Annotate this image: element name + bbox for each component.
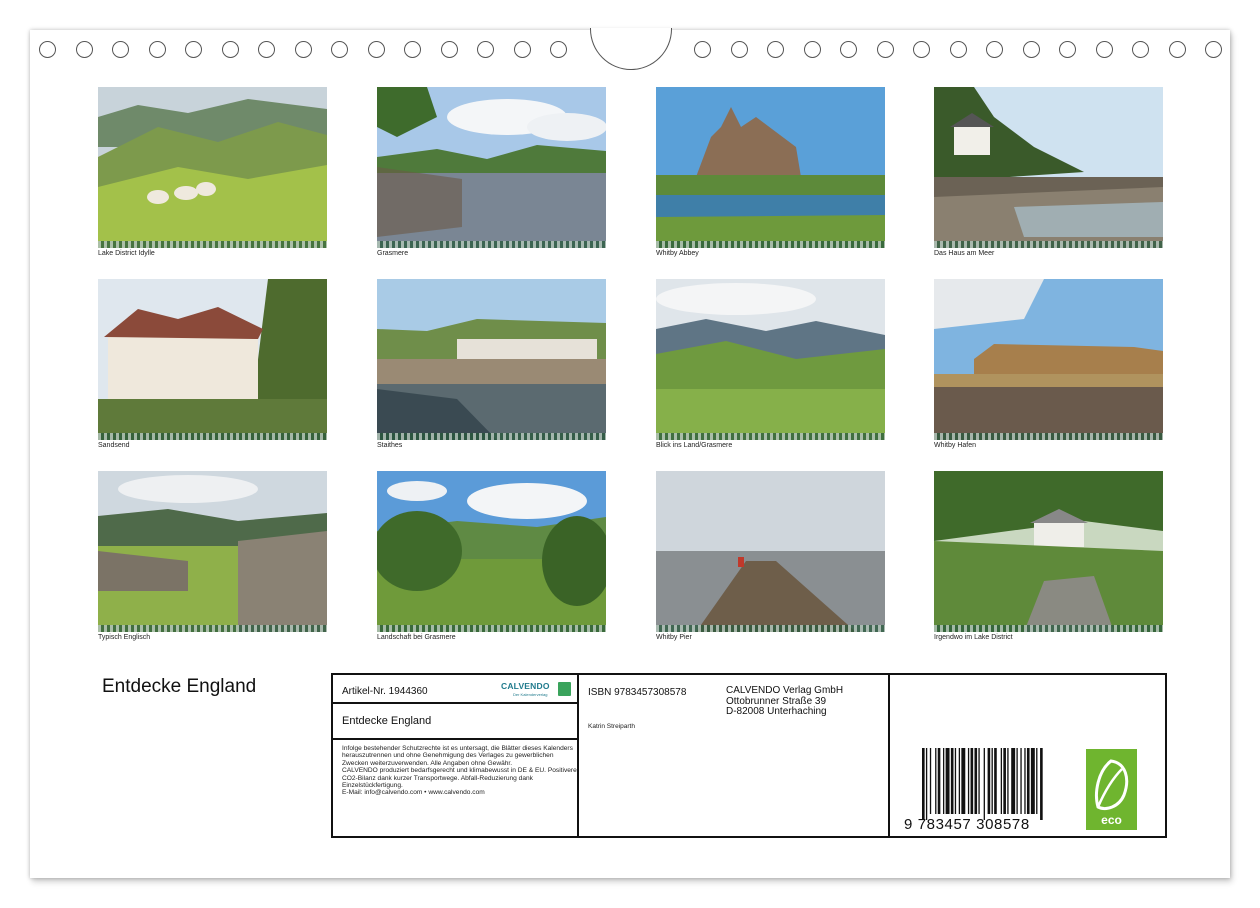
publisher-line: CALVENDO Verlag GmbH (726, 685, 844, 696)
calendar-strip (98, 625, 327, 632)
month-photo (98, 87, 327, 248)
calendar-strip (377, 625, 606, 632)
photo-image (377, 87, 606, 248)
calendar-strip (377, 241, 606, 248)
month-caption: Blick ins Land/Grasmere (656, 442, 733, 449)
month-photo (934, 87, 1163, 248)
month-photo (934, 471, 1163, 632)
calendar-title: Entdecke England (102, 676, 257, 697)
calendar-strip (98, 433, 327, 440)
photo-image (98, 87, 327, 248)
photo-image (656, 279, 885, 440)
month-caption: Landschaft bei Grasmere (377, 634, 456, 641)
calendar-strip (98, 241, 327, 248)
info-title: Entdecke England (342, 715, 432, 727)
calendar-strip (656, 625, 885, 632)
calendar-strip (934, 625, 1163, 632)
photo-image (656, 471, 885, 632)
eco-badge: eco (1086, 749, 1137, 830)
photo-image (934, 471, 1163, 632)
photo-image (98, 471, 327, 632)
photo-image (934, 279, 1163, 440)
month-photo (98, 279, 327, 440)
month-caption: Staithes (377, 442, 403, 449)
month-photo (377, 471, 606, 632)
article-cell: Artikel-Nr. 1944360 CALVENDO Der Kalende… (333, 675, 579, 704)
isbn: ISBN 9783457308578 (588, 687, 687, 698)
photo-image (377, 471, 606, 632)
logo-text: CALVENDO (501, 681, 550, 691)
logo-subtext: Der Kalenderverlag (513, 692, 548, 697)
month-caption: Whitby Abbey (656, 250, 699, 257)
month-photo (377, 87, 606, 248)
publisher-cell: ISBN 9783457308578 CALVENDO Verlag GmbH … (579, 675, 890, 836)
barcode-cell: 9 783457 308578 eco (890, 675, 1165, 836)
info-box: Artikel-Nr. 1944360 CALVENDO Der Kalende… (331, 673, 1167, 838)
photo-image (377, 279, 606, 440)
month-caption: Whitby Hafen (934, 442, 977, 449)
month-photo (934, 279, 1163, 440)
barcode (922, 748, 1043, 820)
calendar-strip (934, 433, 1163, 440)
month-caption: Whitby Pier (656, 634, 692, 641)
month-caption: Irgendwo im Lake District (934, 634, 1013, 641)
author: Katrin Streiparth (588, 723, 635, 730)
month-caption: Typisch Englisch (98, 634, 151, 641)
photo-image (656, 87, 885, 248)
logo-mark-icon (558, 682, 571, 696)
month-photo (656, 87, 885, 248)
calendar-strip (934, 241, 1163, 248)
calendar-strip (656, 241, 885, 248)
month-caption: Sandsend (98, 442, 130, 449)
photo-image (934, 87, 1163, 248)
calvendo-logo: CALVENDO Der Kalenderverlag (501, 681, 571, 699)
month-caption: Lake District Idylle (98, 250, 155, 257)
month-photo (656, 471, 885, 632)
eco-label: eco (1101, 813, 1122, 827)
legal-text: Infolge bestehender Schutzrechte ist es … (342, 745, 577, 797)
title-cell: Entdecke England (333, 704, 579, 740)
month-caption: Grasmere (377, 250, 409, 257)
month-photo (656, 279, 885, 440)
calendar-strip (656, 433, 885, 440)
legal-cell: Infolge bestehender Schutzrechte ist es … (333, 740, 579, 836)
month-photo (98, 471, 327, 632)
publisher-line: D-82008 Unterhaching (726, 706, 827, 717)
publisher-address: CALVENDO Verlag GmbH Ottobrunner Straße … (726, 685, 844, 718)
barcode-number: 9 783457 308578 (904, 816, 1030, 833)
article-number: Artikel-Nr. 1944360 (342, 686, 428, 697)
month-caption: Das Haus am Meer (934, 250, 995, 257)
calendar-strip (377, 433, 606, 440)
photo-image (98, 279, 327, 440)
month-photo (377, 279, 606, 440)
